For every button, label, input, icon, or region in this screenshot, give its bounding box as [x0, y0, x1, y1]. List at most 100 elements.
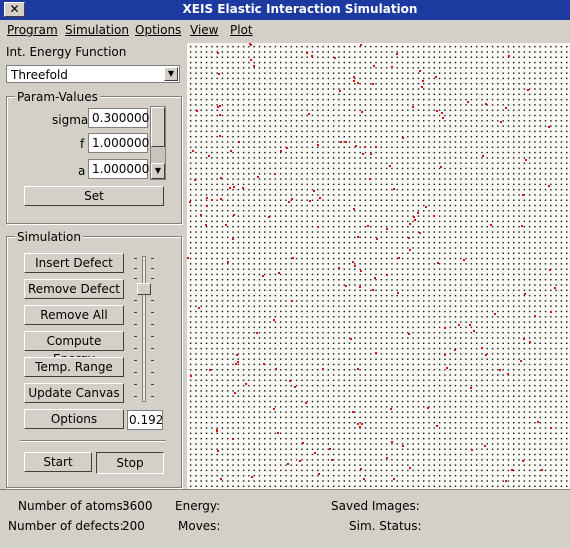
defect-marker: [209, 369, 211, 371]
menu-program[interactable]: Program: [7, 23, 58, 37]
sigma-field[interactable]: 0.300000: [88, 108, 149, 128]
scrollbar-thumb[interactable]: [151, 107, 165, 147]
app-window: ✕ XEIS Elastic Interaction Simulation Pr…: [0, 0, 570, 548]
defect-marker: [345, 141, 347, 143]
close-icon[interactable]: ✕: [4, 2, 25, 17]
defect-marker: [393, 188, 395, 190]
menu-simulation[interactable]: Simulation: [65, 23, 129, 37]
defect-marker: [421, 86, 423, 88]
defect-marker: [225, 224, 227, 226]
defect-marker: [291, 198, 293, 200]
defect-marker: [353, 80, 355, 82]
defect-marker: [206, 197, 208, 199]
defect-marker: [402, 445, 404, 447]
energy-function-value: Threefold: [11, 68, 68, 82]
defect-marker: [250, 44, 252, 46]
status-divider: [0, 489, 570, 490]
update-canvas-button[interactable]: Update Canvas: [24, 383, 124, 403]
defect-marker: [482, 155, 484, 157]
defect-marker: [376, 238, 378, 240]
defect-marker: [340, 141, 342, 143]
defect-marker: [525, 159, 527, 161]
defect-marker: [352, 261, 354, 263]
atoms-label: Number of atoms:: [18, 499, 127, 513]
slider-track[interactable]: [142, 256, 146, 402]
defect-marker: [390, 408, 392, 410]
defect-marker: [370, 153, 372, 155]
a-field[interactable]: 1.000000: [88, 159, 149, 179]
defect-marker: [442, 117, 444, 119]
f-field[interactable]: 1.000000: [88, 133, 149, 153]
params-scrollbar[interactable]: ▼: [150, 106, 166, 180]
defect-marker: [359, 286, 361, 288]
slider-knob[interactable]: [137, 283, 151, 295]
defect-marker: [302, 442, 304, 444]
defect-marker: [238, 141, 240, 143]
menu-view[interactable]: View: [190, 23, 218, 37]
defect-marker: [522, 194, 524, 196]
defect-marker: [253, 65, 255, 67]
defect-marker: [419, 70, 421, 72]
defect-marker: [522, 460, 524, 462]
defect-marker: [288, 201, 290, 203]
defect-marker: [345, 285, 347, 287]
defect-marker: [294, 386, 296, 388]
defect-marker: [232, 438, 234, 440]
defect-marker: [409, 223, 411, 225]
insert-defect-button[interactable]: Insert Defect: [24, 253, 124, 273]
defect-marker: [548, 126, 550, 128]
energy-function-select[interactable]: Threefold ▼: [6, 65, 180, 83]
defect-marker: [235, 363, 237, 365]
defect-marker: [409, 467, 411, 469]
temperature-slider[interactable]: [132, 256, 156, 404]
defect-marker: [412, 106, 414, 108]
defect-marker: [444, 354, 446, 356]
options-button[interactable]: Options: [24, 409, 124, 429]
defect-marker: [317, 144, 319, 146]
set-button[interactable]: Set: [24, 186, 164, 206]
defect-marker: [355, 145, 357, 147]
temperature-value-field[interactable]: 0.192: [127, 410, 163, 430]
defect-marker: [357, 423, 359, 425]
scroll-down-arrow-icon[interactable]: ▼: [151, 163, 165, 179]
remove-defect-button[interactable]: Remove Defect: [24, 279, 124, 299]
defect-marker: [354, 265, 356, 267]
title-bar: ✕ XEIS Elastic Interaction Simulation: [0, 0, 570, 20]
defect-marker: [232, 238, 234, 240]
start-button[interactable]: Start: [24, 452, 92, 472]
defect-marker: [463, 259, 465, 261]
dropdown-arrow-icon[interactable]: ▼: [164, 67, 178, 81]
atoms-value: 3600: [122, 499, 153, 513]
defect-marker: [190, 375, 192, 377]
stop-button[interactable]: Stop: [96, 452, 164, 474]
window-title: XEIS Elastic Interaction Simulation: [182, 2, 418, 16]
defect-marker: [250, 59, 252, 61]
defect-marker: [230, 150, 232, 152]
defect-marker: [206, 205, 208, 207]
defect-marker: [527, 89, 529, 91]
defect-marker: [435, 76, 437, 78]
defect-marker: [473, 330, 475, 332]
defect-marker: [257, 176, 259, 178]
defect-marker: [229, 187, 231, 189]
defect-marker: [490, 224, 492, 226]
temp-range-button[interactable]: Temp. Range: [24, 357, 124, 377]
defect-marker: [389, 165, 391, 167]
defect-marker: [523, 338, 525, 340]
defect-marker: [369, 178, 371, 180]
defect-marker: [220, 478, 222, 480]
defect-marker: [233, 214, 235, 216]
menu-plot[interactable]: Plot: [230, 23, 253, 37]
menu-options[interactable]: Options: [135, 23, 181, 37]
defect-marker: [409, 249, 411, 251]
remove-all-button[interactable]: Remove All: [24, 305, 124, 325]
defect-marker: [292, 257, 294, 259]
compute-energy-button[interactable]: Compute Energy: [24, 331, 124, 366]
defect-marker: [334, 57, 336, 59]
defect-marker: [211, 199, 213, 201]
defect-marker: [263, 363, 265, 365]
defect-marker: [217, 450, 219, 452]
defect-marker: [550, 311, 552, 313]
defects-value: 200: [122, 519, 145, 533]
simulation-canvas[interactable]: [187, 43, 570, 489]
